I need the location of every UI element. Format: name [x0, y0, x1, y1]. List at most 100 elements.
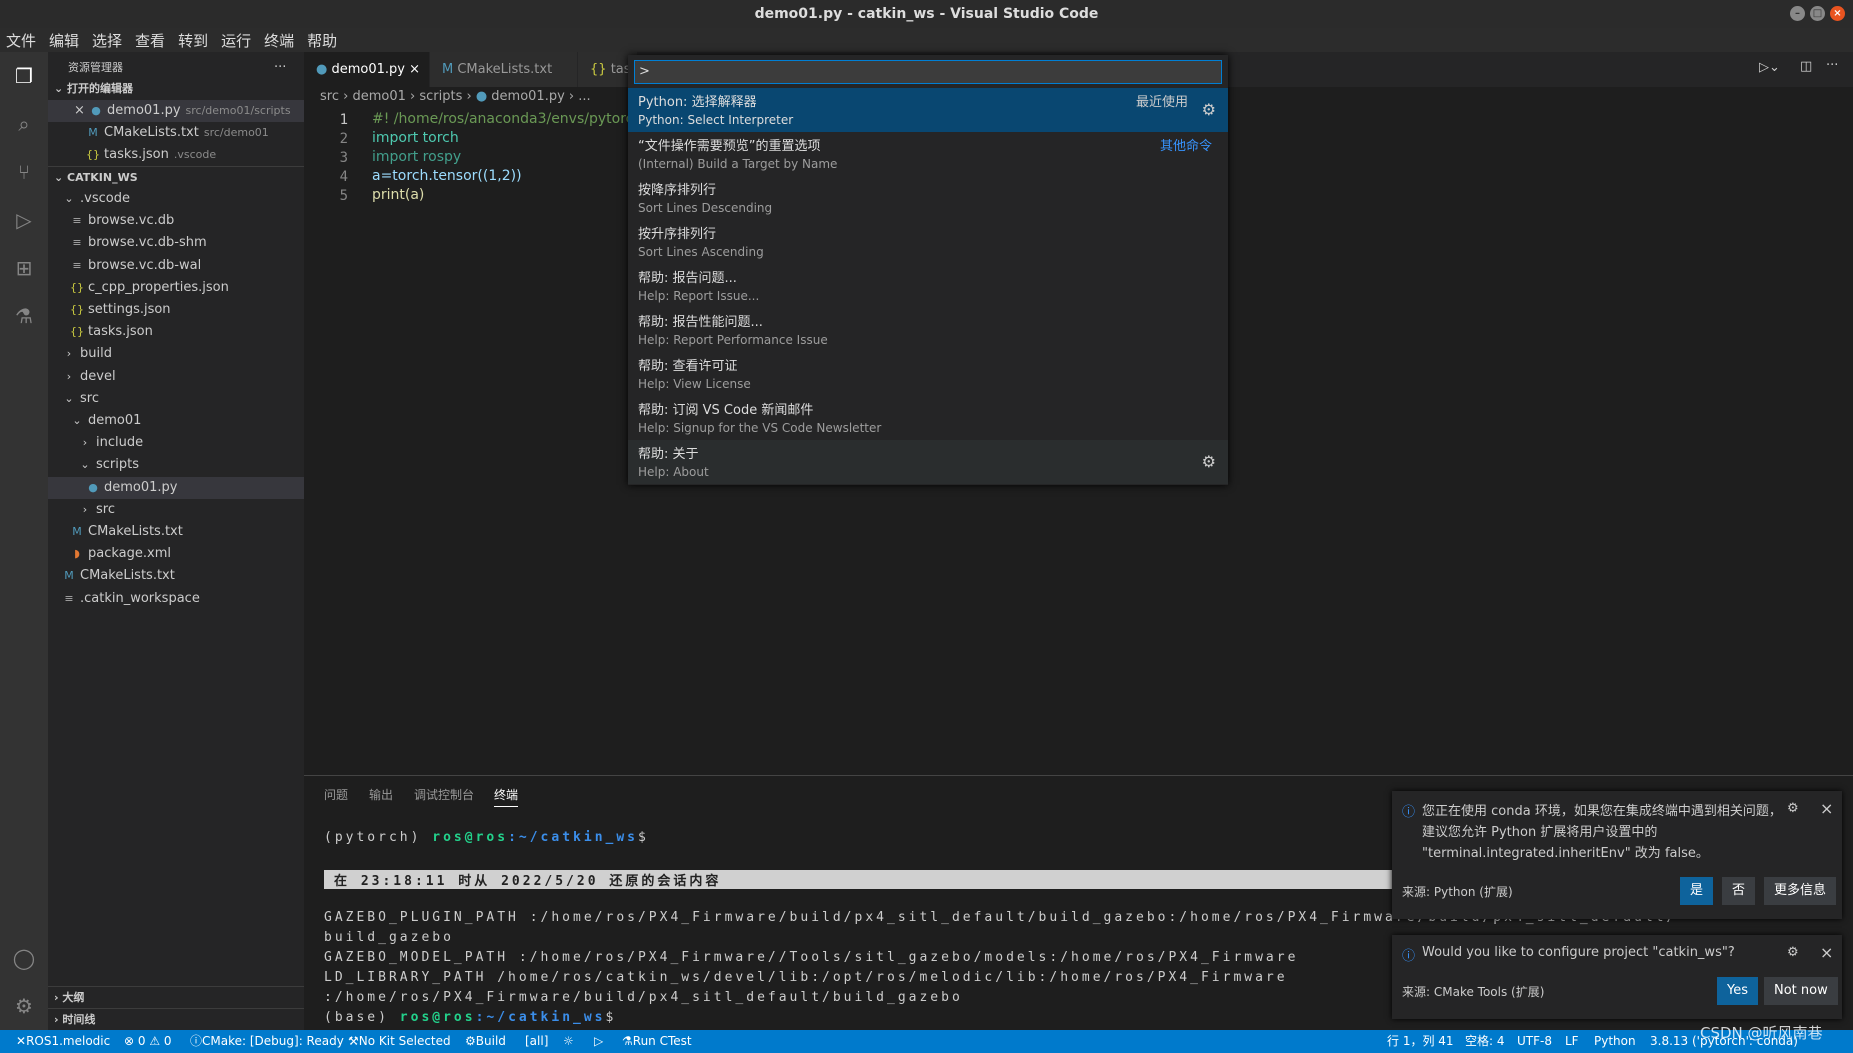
tree-item[interactable]: {} settings.json — [48, 299, 304, 321]
open-editor-demo01[interactable]: × ● demo01.py src/demo01/scripts — [48, 100, 304, 122]
status-ros[interactable]: ✕ ROS1.melodic — [16, 1030, 110, 1053]
launch-icon[interactable]: ▷ — [594, 1030, 603, 1053]
split-editor-icon[interactable]: ◫ — [1800, 59, 1812, 74]
command-input[interactable]: > — [634, 60, 1222, 84]
open-editor-tasks[interactable]: {} tasks.json .vscode — [48, 144, 304, 166]
timeline-header[interactable]: › 时间线 — [48, 1008, 304, 1030]
maximize-button[interactable]: □ — [1810, 6, 1825, 21]
status-kit[interactable]: ⚒ No Kit Selected — [348, 1030, 451, 1053]
tree-item[interactable]: ◗ package.xml — [48, 543, 304, 565]
tree-item[interactable]: ⌄ scripts — [48, 454, 304, 476]
command-item[interactable]: 帮助: 订阅 VS Code 新闻邮件 Help: Signup for the … — [628, 396, 1228, 440]
minimize-button[interactable]: – — [1790, 6, 1805, 21]
command-item[interactable]: 帮助: 报告性能问题... Help: Report Performance Is… — [628, 308, 1228, 352]
breadcrumb-item[interactable]: demo01 — [352, 89, 405, 104]
status-language[interactable]: Python — [1594, 1030, 1636, 1053]
configure-keybinding-gear-icon[interactable]: ⚙ — [1202, 452, 1216, 471]
command-item[interactable]: 按升序排列行 Sort Lines Ascending — [628, 220, 1228, 264]
run-debug-icon[interactable]: ▷ — [12, 208, 36, 232]
status-build[interactable]: ⚙ Build — [465, 1030, 506, 1053]
account-icon[interactable]: ◯ — [12, 946, 36, 970]
command-item[interactable]: 帮助: 查看许可证 Help: View License — [628, 352, 1228, 396]
menu-selection[interactable]: 选择 — [92, 30, 122, 51]
tree-item[interactable]: › include — [48, 432, 304, 454]
yes-button[interactable]: Yes — [1717, 977, 1758, 1005]
tree-item[interactable]: › src — [48, 499, 304, 521]
command-item[interactable]: Python: 选择解释器 Python: Select Interpreter 最… — [628, 88, 1228, 132]
breadcrumb-item[interactable]: ... — [578, 89, 590, 104]
extensions-icon[interactable]: ⊞ — [12, 256, 36, 280]
status-eol[interactable]: LF — [1565, 1030, 1579, 1053]
status-problems[interactable]: ⊗ 0 ⚠ 0 — [124, 1030, 172, 1053]
status-cursor-position[interactable]: 行 1，列 41 — [1387, 1030, 1454, 1053]
tab-debug-console[interactable]: 调试控制台 — [414, 786, 474, 803]
notification-gear-icon[interactable]: ⚙ — [1787, 945, 1799, 960]
status-cmake[interactable]: ⓘ CMake: [Debug]: Ready — [190, 1030, 344, 1053]
tree-item[interactable]: ⌄ src — [48, 388, 304, 410]
notification-close-icon[interactable]: × — [1820, 799, 1833, 818]
menu-help[interactable]: 帮助 — [307, 30, 337, 51]
tab-terminal[interactable]: 终端 — [494, 786, 519, 807]
status-encoding[interactable]: UTF-8 — [1517, 1030, 1552, 1053]
command-item[interactable]: 帮助: 报告问题... Help: Report Issue... — [628, 264, 1228, 308]
tree-item[interactable]: ≡ browse.vc.db-shm — [48, 232, 304, 254]
command-group-label[interactable]: 其他命令 — [1160, 135, 1212, 154]
run-file-icon[interactable]: ▷⌄ — [1759, 60, 1780, 75]
breadcrumb-item[interactable]: scripts — [419, 89, 462, 104]
tab-problems[interactable]: 问题 — [324, 786, 348, 803]
tab-output[interactable]: 输出 — [369, 786, 393, 803]
no-button[interactable]: 否 — [1722, 877, 1756, 905]
tree-item[interactable]: ⌄ .vscode — [48, 188, 304, 210]
menu-terminal[interactable]: 终端 — [264, 30, 294, 51]
tree-item[interactable]: ≡ browse.vc.db-wal — [48, 255, 304, 277]
command-item[interactable]: 按降序排列行 Sort Lines Descending — [628, 176, 1228, 220]
notification-close-icon[interactable]: × — [1820, 943, 1833, 962]
command-item[interactable]: 帮助: 关于 Help: About ⚙ — [628, 440, 1228, 484]
menu-view[interactable]: 查看 — [135, 30, 165, 51]
more-info-button[interactable]: 更多信息 — [1764, 877, 1837, 905]
tree-item[interactable]: ● demo01.py — [48, 476, 304, 499]
menu-go[interactable]: 转到 — [178, 30, 208, 51]
tree-item[interactable]: › devel — [48, 366, 304, 388]
status-ctest[interactable]: ⚗ Run CTest — [622, 1030, 692, 1053]
line-number: 4 — [339, 169, 348, 185]
tab-cmakelists[interactable]: M CMakeLists.txt — [430, 52, 578, 87]
close-tab-icon[interactable]: × — [409, 62, 420, 77]
testing-icon[interactable]: ⚗ — [12, 304, 36, 328]
command-item[interactable]: “文件操作需要预览”的重置选项 (Internal) Build a Target… — [628, 132, 1228, 176]
not-now-button[interactable]: Not now — [1764, 977, 1838, 1005]
open-editor-cmakelists[interactable]: M CMakeLists.txt src/demo01 — [48, 122, 304, 144]
breadcrumb-item[interactable]: demo01.py — [491, 89, 565, 104]
tree-item[interactable]: M CMakeLists.txt — [48, 521, 304, 543]
status-target[interactable]: [all] — [525, 1030, 548, 1053]
more-actions-icon[interactable]: ··· — [274, 57, 294, 79]
outline-header[interactable]: › 大纲 — [48, 986, 304, 1008]
tree-item[interactable]: {} c_cpp_properties.json — [48, 277, 304, 299]
editor-more-icon[interactable]: ··· — [1826, 58, 1838, 73]
tree-item[interactable]: ≡ .catkin_workspace — [48, 588, 304, 610]
menu-run[interactable]: 运行 — [221, 30, 251, 51]
debug-icon[interactable]: ☼ — [563, 1030, 574, 1053]
code-line: import rospy — [372, 149, 462, 165]
tree-item[interactable]: {} tasks.json — [48, 321, 304, 343]
settings-gear-icon[interactable]: ⚙ — [12, 994, 36, 1018]
notification-gear-icon[interactable]: ⚙ — [1787, 801, 1799, 816]
search-icon[interactable]: ⌕ — [12, 112, 36, 136]
status-indentation[interactable]: 空格: 4 — [1465, 1030, 1505, 1053]
tab-demo01[interactable]: ● demo01.py × — [304, 52, 430, 87]
open-editors-header[interactable]: ⌄ 打开的编辑器 — [48, 78, 304, 100]
menu-edit[interactable]: 编辑 — [49, 30, 79, 51]
tree-item[interactable]: M CMakeLists.txt — [48, 565, 304, 587]
breadcrumb-item[interactable]: src — [320, 89, 339, 104]
source-control-icon[interactable]: ⑂ — [12, 160, 36, 184]
tree-item-label: demo01.py — [104, 479, 178, 495]
tree-item[interactable]: ⌄ demo01 — [48, 410, 304, 432]
tree-item[interactable]: › build — [48, 343, 304, 365]
menu-file[interactable]: 文件 — [6, 30, 36, 51]
close-window-button[interactable]: × — [1830, 6, 1845, 21]
yes-button[interactable]: 是 — [1680, 877, 1714, 905]
configure-keybinding-gear-icon[interactable]: ⚙ — [1202, 100, 1216, 119]
tree-item[interactable]: ≡ browse.vc.db — [48, 210, 304, 232]
explorer-icon[interactable]: ❐ — [12, 64, 36, 88]
workspace-header[interactable]: ⌄ CATKIN_WS — [48, 166, 304, 188]
